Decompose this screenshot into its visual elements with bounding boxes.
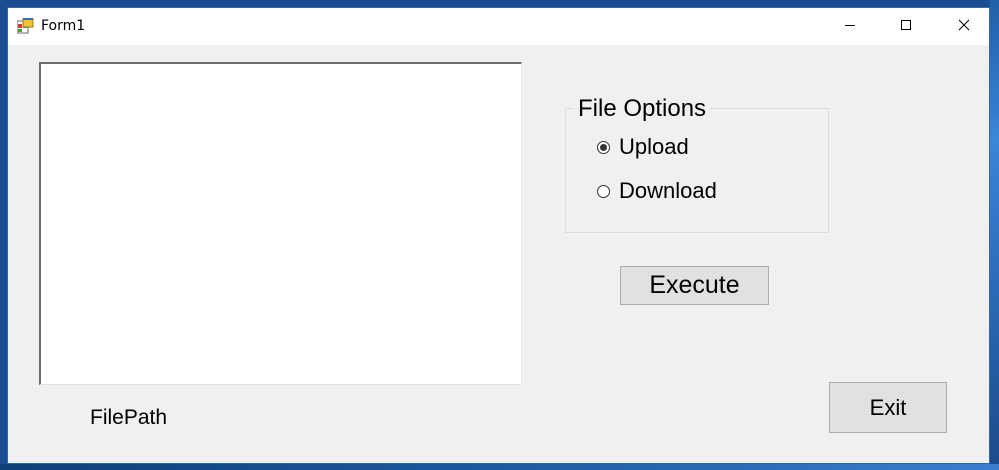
- app-icon: [16, 17, 34, 34]
- close-icon: [958, 18, 970, 36]
- window-title: Form1: [41, 18, 86, 34]
- maximize-icon: [900, 18, 912, 36]
- form-client-area: FilePath File Options Upload Download Ex…: [8, 45, 989, 465]
- minimize-icon: [844, 18, 856, 36]
- download-radio[interactable]: Download: [597, 178, 717, 204]
- radio-checked-icon[interactable]: [597, 140, 610, 154]
- maximize-button[interactable]: [883, 8, 929, 45]
- title-bar[interactable]: Form1: [8, 8, 989, 45]
- minimize-button[interactable]: [827, 8, 873, 45]
- file-options-groupbox: File Options Upload Download: [565, 95, 829, 233]
- upload-radio[interactable]: Upload: [597, 134, 689, 160]
- file-options-title: File Options: [574, 95, 711, 123]
- radio-unchecked-icon[interactable]: [597, 184, 610, 198]
- execute-button[interactable]: Execute: [620, 266, 769, 305]
- file-path-label: FilePath: [90, 406, 168, 429]
- upload-radio-label[interactable]: Upload: [619, 134, 689, 160]
- download-radio-label[interactable]: Download: [619, 178, 717, 204]
- desktop-background: [990, 0, 999, 470]
- exit-button[interactable]: Exit: [829, 382, 947, 433]
- file-path-textbox[interactable]: [39, 62, 522, 385]
- form1-window: Form1 FilePath File Options Upload Downl…: [7, 7, 990, 464]
- close-button[interactable]: [941, 8, 987, 45]
